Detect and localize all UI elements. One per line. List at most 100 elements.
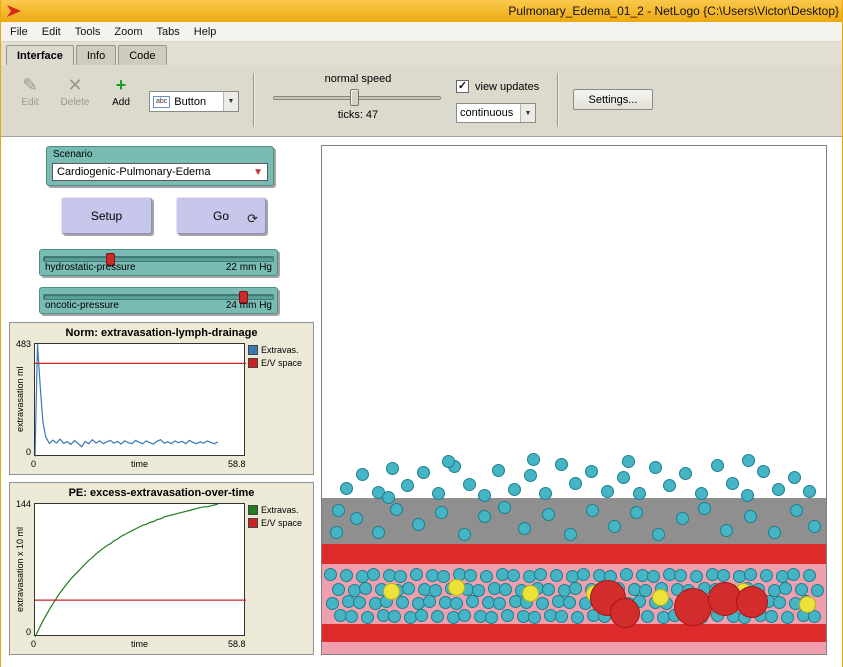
fluid-particle [324, 568, 337, 581]
fluid-particle [555, 610, 568, 623]
world-view[interactable] [321, 145, 827, 655]
fluid-particle [808, 520, 821, 533]
settings-button[interactable]: Settings... [573, 89, 653, 110]
fluid-particle [542, 583, 555, 596]
hydrostatic-pressure-slider[interactable]: hydrostatic-pressure 22 mm Hg [39, 249, 278, 276]
fluid-particle [478, 510, 491, 523]
speed-slider-thumb[interactable] [350, 89, 359, 106]
fluid-particle [386, 462, 399, 475]
fluid-particle [431, 610, 444, 623]
menu-file[interactable]: File [3, 24, 35, 40]
fluid-particle [432, 487, 445, 500]
scenario-chooser[interactable]: Scenario Cardiogenic-Pulmonary-Edema ▼ [46, 146, 274, 186]
fluid-particle [601, 485, 614, 498]
edit-widget-button[interactable]: ✎ Edit [11, 74, 49, 108]
fluid-particle [717, 569, 730, 582]
fluid-particle [726, 477, 739, 490]
fluid-particle [478, 489, 491, 502]
chooser-value: Cardiogenic-Pulmonary-Edema [57, 166, 210, 178]
update-mode-dropdown[interactable]: continuous ▼ [456, 103, 536, 123]
fluid-particle [507, 569, 520, 582]
oncotic-pressure-slider[interactable]: oncotic-pressure 24 mm Hg [39, 287, 278, 314]
fluid-particle [390, 503, 403, 516]
add-widget-button[interactable]: + Add [103, 74, 139, 108]
toolbar-separator [253, 73, 255, 127]
fluid-particle [518, 522, 531, 535]
legend-swatch [248, 518, 258, 528]
fluid-particle [690, 570, 703, 583]
menu-tabs[interactable]: Tabs [150, 24, 187, 40]
fluid-particle [508, 483, 521, 496]
tab-info[interactable]: Info [76, 45, 116, 65]
fluid-particle [790, 504, 803, 517]
plot-legend: Extravas. E/V space [248, 505, 302, 531]
fluid-particle [676, 512, 689, 525]
fluid-particle [388, 610, 401, 623]
fluid-particle [550, 569, 563, 582]
menu-zoom[interactable]: Zoom [107, 24, 149, 40]
fluid-particle [720, 524, 733, 537]
fluid-particle [415, 609, 428, 622]
fluid-particle [524, 469, 537, 482]
go-button[interactable]: Go ⟳ [176, 197, 266, 234]
menu-edit[interactable]: Edit [35, 24, 68, 40]
fluid-particle [361, 611, 374, 624]
slider-name: oncotic-pressure [45, 300, 119, 311]
fluid-particle [617, 471, 630, 484]
update-mode-value: continuous [460, 107, 513, 119]
setup-button[interactable]: Setup [61, 197, 152, 234]
fluid-particle [382, 491, 395, 504]
fluid-particle [412, 518, 425, 531]
fluid-particle [663, 479, 676, 492]
dropdown-arrow-icon[interactable]: ▼ [223, 92, 238, 111]
fluid-particle [492, 464, 505, 477]
fluid-particle [539, 487, 552, 500]
fluid-particle [458, 528, 471, 541]
fluid-particle [742, 454, 755, 467]
tab-code[interactable]: Code [118, 45, 166, 65]
chooser-arrow-icon: ▼ [253, 167, 267, 178]
menu-tools[interactable]: Tools [68, 24, 108, 40]
x-axis-max: 58.8 [228, 459, 246, 469]
fluid-particle [332, 583, 345, 596]
legend-entry: E/V space [248, 518, 302, 528]
plot-excess-extravasation: PE: excess-extravasation-over-time 144 0… [9, 482, 314, 655]
fluid-particle [402, 582, 415, 595]
tab-interface[interactable]: Interface [6, 45, 74, 65]
fluid-particle [442, 455, 455, 468]
legend-entry: E/V space [248, 358, 302, 368]
solute-particle [799, 596, 816, 613]
fluid-particle [372, 526, 385, 539]
band-capillary-wall-bottom [322, 624, 826, 642]
y-axis-label: extravasation x 10 ml [15, 503, 25, 636]
fluid-particle [527, 453, 540, 466]
plot-title: PE: excess-extravasation-over-time [10, 487, 313, 499]
delete-widget-button[interactable]: ✕ Delete [53, 74, 97, 108]
view-updates-checkbox[interactable]: ✓ [456, 80, 469, 93]
fluid-particle [620, 568, 633, 581]
dropdown-arrow-icon[interactable]: ▼ [520, 104, 535, 122]
red-blood-cell [610, 598, 640, 628]
fluid-particle [569, 477, 582, 490]
fluid-particle [480, 570, 493, 583]
solute-particle [383, 583, 400, 600]
fluid-particle [359, 582, 372, 595]
chooser-value-box[interactable]: Cardiogenic-Pulmonary-Edema ▼ [52, 163, 268, 181]
solute-particle [522, 585, 539, 602]
fluid-particle [760, 569, 773, 582]
slider-value: 22 mm Hg [226, 262, 272, 273]
y-axis-label: extravasation ml [15, 343, 25, 456]
fluid-particle [585, 465, 598, 478]
chooser-label: Scenario [53, 149, 273, 160]
interface-canvas: Scenario Cardiogenic-Pulmonary-Edema ▼ S… [1, 137, 842, 667]
fluid-particle [569, 582, 582, 595]
band-lower-tissue [322, 642, 826, 655]
fluid-particle [622, 455, 635, 468]
plot-title: Norm: extravasation-lymph-drainage [10, 327, 313, 339]
fluid-particle [499, 583, 512, 596]
fluid-particle [652, 528, 665, 541]
menu-help[interactable]: Help [187, 24, 224, 40]
widget-type-dropdown[interactable]: abc Button ▼ [149, 91, 239, 112]
red-blood-cell [736, 586, 768, 618]
fluid-particle [803, 569, 816, 582]
